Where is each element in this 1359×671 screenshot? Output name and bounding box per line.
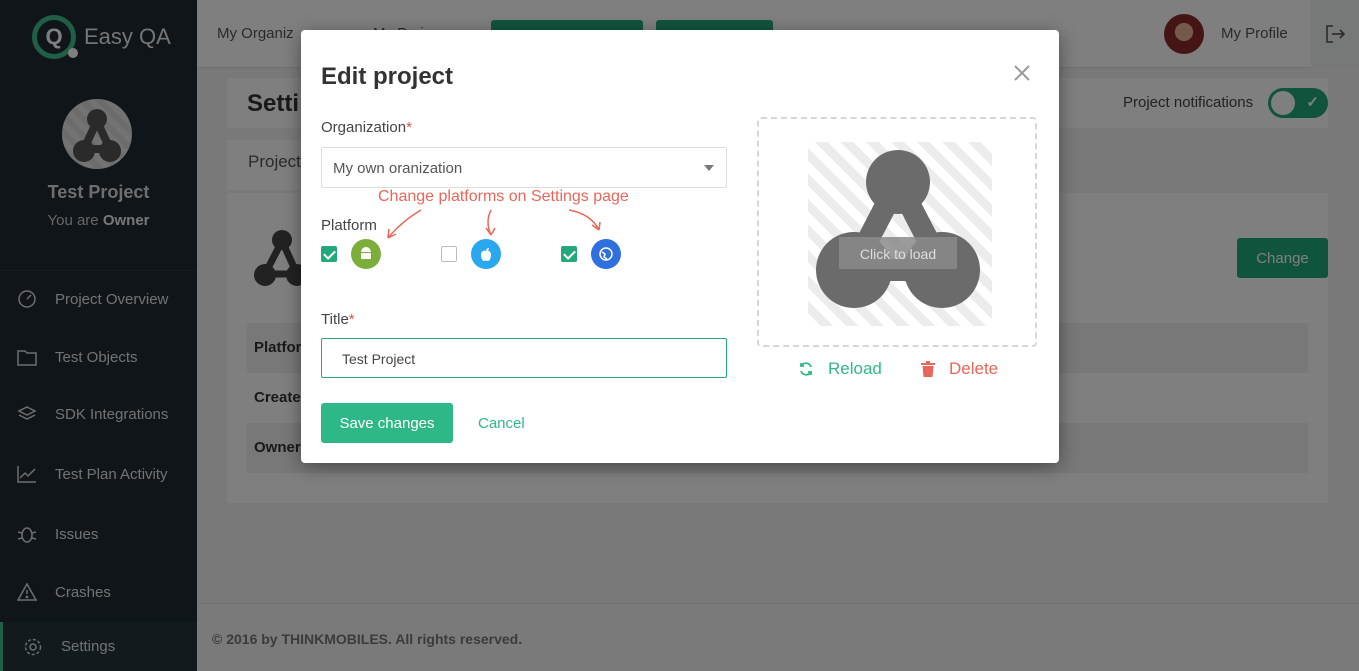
chevron-down-icon	[704, 165, 714, 171]
required-mark: *	[348, 311, 355, 328]
reload-label: Reload	[828, 359, 882, 378]
organization-label: Organization*	[321, 119, 412, 136]
trash-icon	[921, 361, 935, 377]
delete-button[interactable]: Delete	[921, 359, 998, 379]
edit-project-modal: Edit project Organization* My own oraniz…	[301, 30, 1059, 463]
organization-value: My own oranization	[333, 160, 463, 177]
ios-checkbox[interactable]	[441, 246, 457, 262]
image-dropzone[interactable]: Click to load	[757, 117, 1037, 347]
save-changes-button[interactable]: Save changes	[321, 403, 453, 443]
close-icon	[1014, 65, 1030, 81]
image-placeholder: Click to load	[808, 142, 992, 326]
image-overlay-text: Click to load	[859, 246, 937, 262]
apple-icon	[471, 239, 501, 269]
web-checkbox[interactable]	[561, 246, 577, 262]
android-checkbox[interactable]	[321, 246, 337, 262]
platform-label: Platform	[321, 217, 377, 234]
modal-title: Edit project	[321, 63, 454, 90]
close-button[interactable]	[1011, 62, 1033, 84]
organization-select[interactable]: My own oranization	[321, 147, 727, 188]
title-label-text: Title	[321, 311, 349, 328]
required-mark: *	[406, 119, 412, 136]
title-label: Title*	[321, 311, 355, 328]
web-icon	[591, 239, 621, 269]
delete-label: Delete	[949, 359, 999, 378]
refresh-icon	[800, 362, 812, 376]
organization-label-text: Organization	[321, 119, 407, 136]
cancel-link[interactable]: Cancel	[478, 415, 525, 432]
android-icon	[351, 239, 381, 269]
title-value: Test Project	[342, 351, 416, 367]
title-input[interactable]: Test Project	[321, 338, 727, 378]
reload-button[interactable]: Reload	[798, 359, 882, 379]
